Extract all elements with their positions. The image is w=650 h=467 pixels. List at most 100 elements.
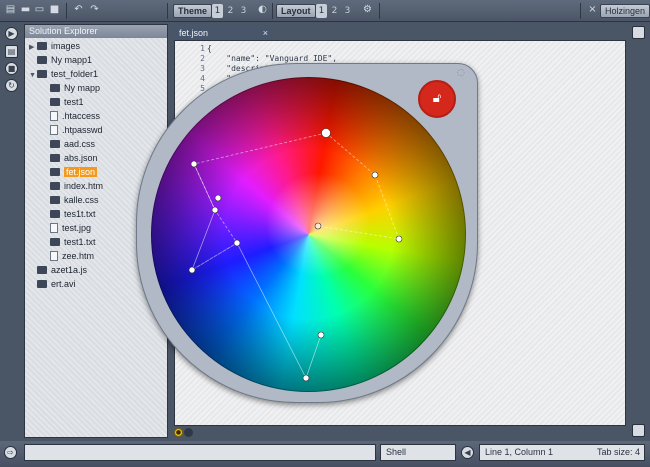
html-file-icon [50, 182, 60, 190]
color-handle[interactable] [317, 331, 325, 339]
theme-option-2[interactable]: 2 [225, 4, 236, 18]
folder-icon [37, 70, 47, 78]
shell-button[interactable]: Shell [380, 444, 456, 461]
refresh-icon[interactable]: ↻ [5, 79, 18, 92]
tab-label: fet.json [179, 28, 209, 38]
code-line: { [207, 44, 212, 53]
tab-fet-json[interactable]: fet.json × [174, 26, 272, 40]
undo-icon[interactable]: ↶ [72, 4, 85, 16]
tree-item-images[interactable]: ▶ images [29, 40, 80, 53]
tree-item-ny-mapp[interactable]: Ny mapp [50, 82, 100, 95]
new-file-icon[interactable]: ▤ [4, 4, 17, 16]
tab-size: Tab size: 4 [596, 447, 640, 457]
theme-label: Theme [173, 4, 213, 18]
tree-item-zee-htm[interactable]: zee.htm [50, 250, 94, 263]
toolbar-divider [167, 3, 168, 19]
line-number: 3 [200, 64, 205, 73]
new-folder-icon[interactable]: ▬ [19, 4, 32, 16]
layout-option-3[interactable]: 3 [342, 4, 353, 18]
panel-toggle-bottom-icon[interactable] [632, 424, 645, 437]
harmony-line [191, 163, 216, 271]
contrast-icon[interactable]: ◐ [256, 4, 269, 16]
unlock-icon: 🔓︎ [432, 91, 442, 106]
wheel-center-handle[interactable] [314, 222, 322, 230]
status-field: Line 1, Column 1 Tab size: 4 [479, 444, 645, 461]
tree-item-test1[interactable]: test1 [50, 96, 84, 109]
tree-item-test-folder1[interactable]: ▼ test_folder1 [29, 68, 98, 81]
status-indicator-icon[interactable]: ● [174, 428, 183, 437]
tree-item-ny-mapp1[interactable]: Ny mapp1 [29, 54, 92, 67]
css-file-icon [50, 196, 60, 204]
save-icon[interactable]: ■ [48, 4, 61, 16]
tree-item-htpasswd[interactable]: .htpasswd [50, 124, 103, 137]
color-handle[interactable] [395, 235, 403, 243]
cursor-position: Line 1, Column 1 [485, 447, 554, 457]
tree-item-aad-css[interactable]: aad.css [50, 138, 95, 151]
panel-toggle-icon[interactable] [632, 26, 645, 39]
file-icon [50, 111, 58, 121]
file-icon [50, 125, 58, 135]
tree-item-test1-txt[interactable]: test1.txt [50, 236, 96, 249]
html-file-icon [50, 251, 58, 261]
json-file-icon [50, 154, 60, 162]
console-input[interactable] [24, 444, 376, 461]
harmony-lines [188, 128, 403, 382]
redo-icon[interactable]: ↷ [88, 4, 101, 16]
play-icon[interactable]: ◀ [461, 446, 474, 459]
tree-item-index-htm[interactable]: index.htm [50, 180, 103, 193]
collapse-arrow-icon[interactable]: ▼ [29, 69, 37, 82]
harmony-line [191, 132, 327, 271]
folder-icon [50, 98, 60, 106]
top-toolbar: ▤ ▬ ▭ ■ ↶ ↷ Theme 1 2 3 ◐ Layout 1 2 3 ⚙… [0, 0, 650, 22]
color-handle[interactable] [371, 171, 379, 179]
tree-item-test-jpg[interactable]: test.jpg [50, 222, 91, 235]
user-badge[interactable]: Holzingen [600, 4, 650, 18]
tree-item-htaccess[interactable]: .htaccess [50, 110, 100, 123]
pages-icon[interactable]: ▤ [5, 45, 18, 58]
line-number: 1 [200, 44, 205, 53]
tree-item-ert-avi[interactable]: ert.avi [37, 278, 76, 291]
tree-item-fet-json[interactable]: fet.json [50, 166, 98, 179]
theme-option-1[interactable]: 1 [212, 4, 223, 18]
open-icon[interactable]: ▭ [33, 4, 46, 16]
text-file-icon [50, 210, 60, 218]
close-window-icon[interactable]: × [586, 4, 599, 16]
color-handle-primary[interactable] [321, 128, 331, 138]
stop-icon[interactable]: ■ [5, 62, 18, 75]
tree-item-kalle-css[interactable]: kalle.css [50, 194, 99, 207]
harmony-line [317, 132, 400, 240]
folder-icon [50, 84, 60, 92]
color-handle[interactable] [211, 206, 219, 214]
image-file-icon [50, 223, 58, 233]
folder-icon [37, 42, 47, 50]
tree-item-azet1a-js[interactable]: azet1a.js [37, 264, 87, 277]
line-number: 2 [200, 54, 205, 63]
css-file-icon [50, 140, 60, 148]
color-handle[interactable] [190, 160, 198, 168]
toolbar-divider [66, 3, 67, 19]
layout-label: Layout [276, 4, 316, 18]
layout-option-2[interactable]: 2 [329, 4, 340, 18]
layout-option-1[interactable]: 1 [316, 4, 327, 18]
visibility-icon[interactable]: ◌ [457, 68, 465, 78]
tree-item-abs-json[interactable]: abs.json [50, 152, 98, 165]
settings-icon[interactable]: ⚙ [361, 4, 374, 16]
theme-option-3[interactable]: 3 [238, 4, 249, 18]
expand-arrow-icon[interactable]: ▶ [29, 41, 37, 54]
status-indicator-icon[interactable] [184, 428, 193, 437]
color-handle[interactable] [302, 374, 310, 382]
toolbar-divider [272, 3, 273, 19]
color-handle[interactable] [214, 194, 222, 202]
harmony-line [236, 242, 322, 380]
run-icon[interactable]: ▶ [5, 27, 18, 40]
toolbar-divider [379, 3, 380, 19]
explorer-title: Solution Explorer [25, 25, 167, 38]
terminal-icon[interactable]: ⇨ [4, 446, 17, 459]
code-line: "name": "Vanguard IDE", [207, 54, 338, 63]
tree-item-tes1t-txt[interactable]: tes1t.txt [50, 208, 96, 221]
color-handle[interactable] [188, 266, 196, 274]
color-handle[interactable] [233, 239, 241, 247]
close-tab-icon[interactable]: × [263, 26, 268, 40]
js-file-icon [37, 266, 47, 274]
unlock-button[interactable]: 🔓︎ [418, 80, 456, 118]
